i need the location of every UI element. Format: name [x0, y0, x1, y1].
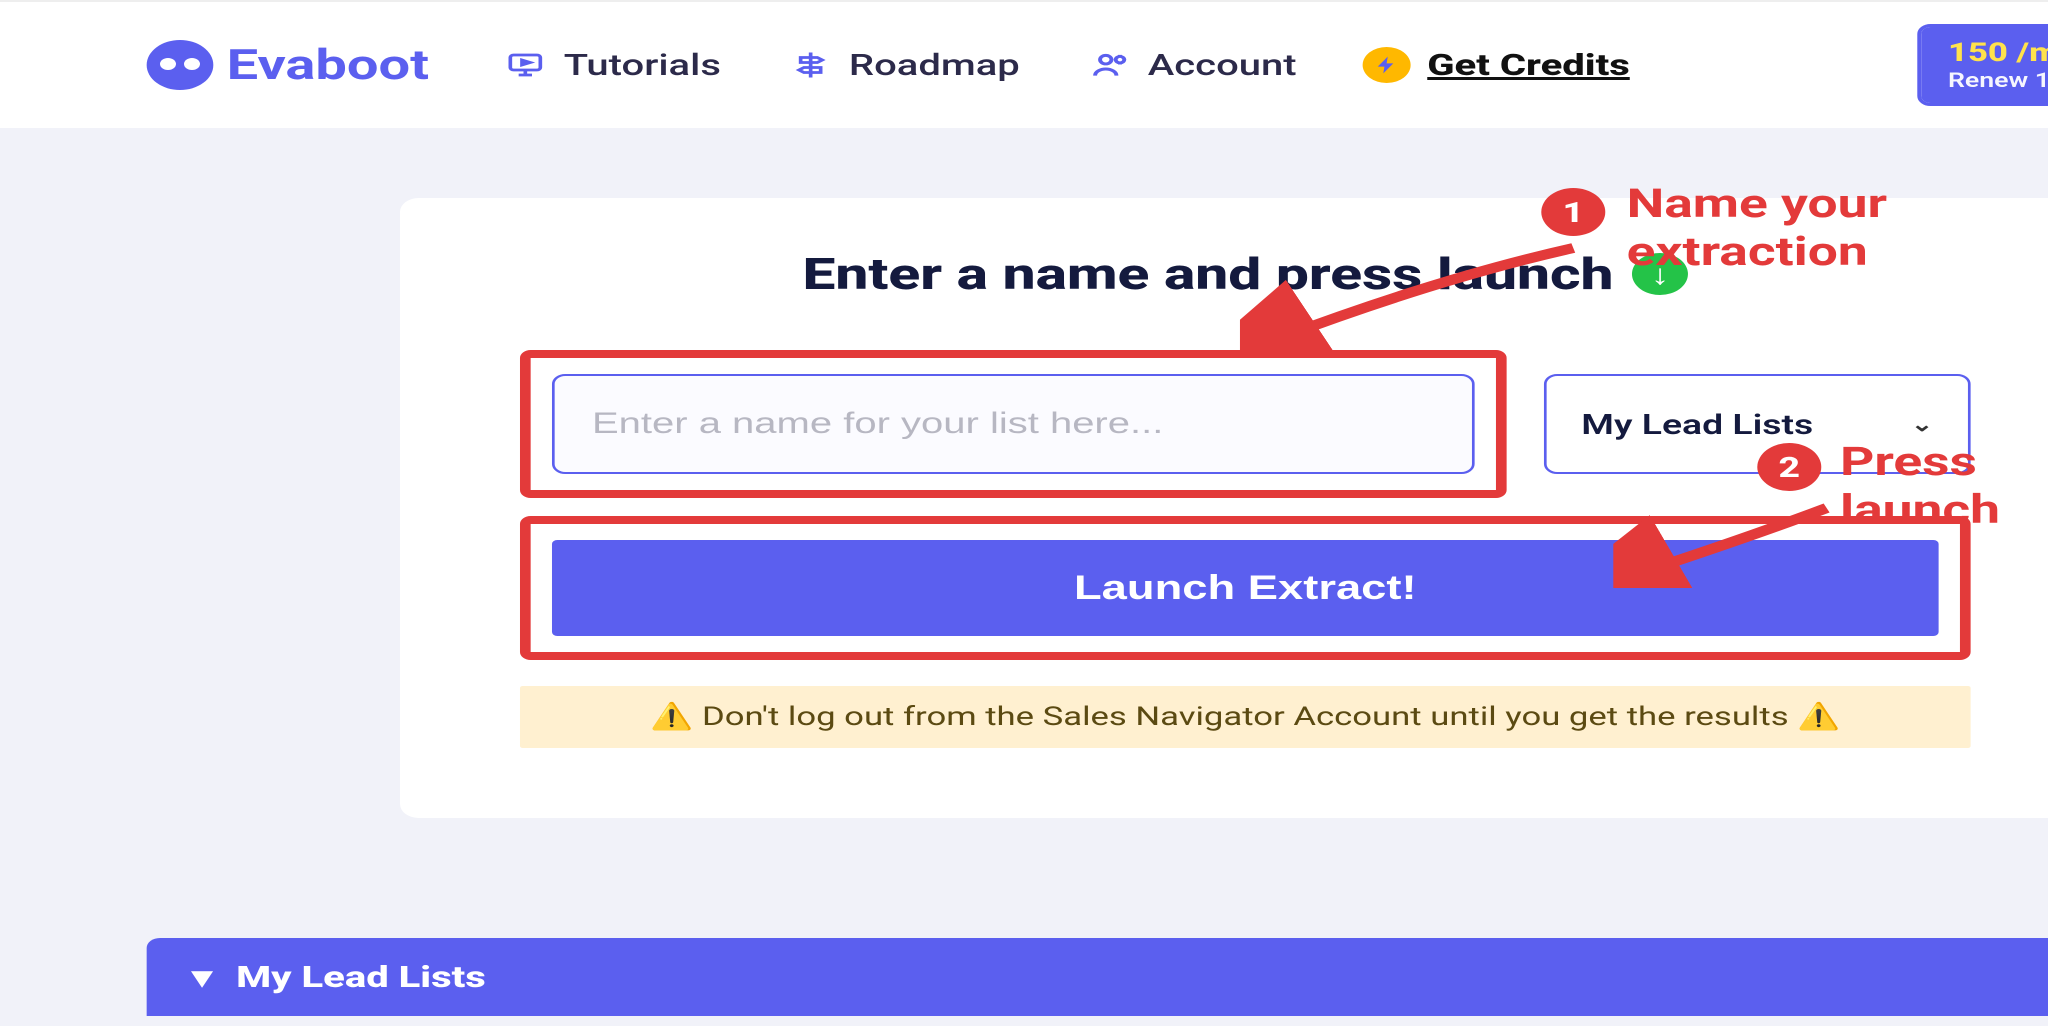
- list-name-input[interactable]: [552, 374, 1475, 474]
- caret-down-icon: ▾: [192, 960, 212, 995]
- lead-lists-toggle[interactable]: ▾ My Lead Lists: [192, 960, 486, 995]
- plan-left: 150 /month Renew 11/12: [1921, 27, 2048, 103]
- brand-logo[interactable]: Evaboot: [147, 40, 429, 90]
- nav-tutorials[interactable]: Tutorials: [502, 48, 721, 83]
- account-gear-icon: [1086, 48, 1131, 82]
- warning-bar: ⚠️ Don't log out from the Sales Navigato…: [520, 686, 1971, 748]
- warning-text: Don't log out from the Sales Navigator A…: [702, 702, 1789, 732]
- launch-highlight: Launch Extract!: [520, 516, 1971, 660]
- brand-name: Evaboot: [227, 41, 429, 90]
- app-header: Evaboot Tutorials Roadmap Account Get Cr…: [0, 0, 2048, 128]
- nav-roadmap-label: Roadmap: [849, 48, 1020, 83]
- nav-credits-label: Get Credits: [1427, 48, 1629, 83]
- launch-extract-button[interactable]: Launch Extract!: [552, 540, 1939, 636]
- nav-tutorials-label: Tutorials: [564, 48, 721, 83]
- name-input-highlight: [520, 350, 1507, 498]
- annotation-badge-1: 1: [1541, 188, 1605, 236]
- logo-icon: [147, 40, 214, 90]
- nav-roadmap[interactable]: Roadmap: [788, 48, 1020, 83]
- annotation-text-1: Name your extraction: [1627, 180, 1887, 276]
- nav-account-label: Account: [1148, 48, 1297, 83]
- play-monitor-icon: [502, 48, 547, 82]
- annotation-text-2: Press launch: [1840, 438, 2000, 534]
- plan-renew: Renew 11/12: [1948, 68, 2048, 92]
- bolt-icon: [1363, 47, 1411, 83]
- folder-selected-label: My Lead Lists: [1581, 408, 1813, 441]
- lead-lists-section-bar: ▾ My Lead Lists + New Folder: [147, 938, 2048, 1016]
- page-body: Enter a name and press launch ↓ My Lead …: [0, 128, 2048, 1026]
- plan-summary[interactable]: 150 /month Renew 11/12 Extract: 2,992,89…: [1917, 24, 2048, 106]
- main-nav: Tutorials Roadmap Account Get Credits: [502, 47, 1844, 83]
- plan-amount: 150 /month: [1948, 38, 2048, 68]
- extract-card: Enter a name and press launch ↓ My Lead …: [400, 198, 2048, 818]
- signpost-icon: [788, 48, 833, 82]
- lead-lists-title: My Lead Lists: [236, 960, 486, 995]
- chevron-down-icon: ⌄: [1911, 412, 1933, 436]
- nav-account[interactable]: Account: [1086, 48, 1296, 83]
- card-title: Enter a name and press launch: [802, 248, 1613, 300]
- form-row: My Lead Lists ⌄: [520, 350, 1971, 498]
- annotation-badge-2: 2: [1757, 443, 1821, 491]
- nav-get-credits[interactable]: Get Credits: [1363, 47, 1629, 83]
